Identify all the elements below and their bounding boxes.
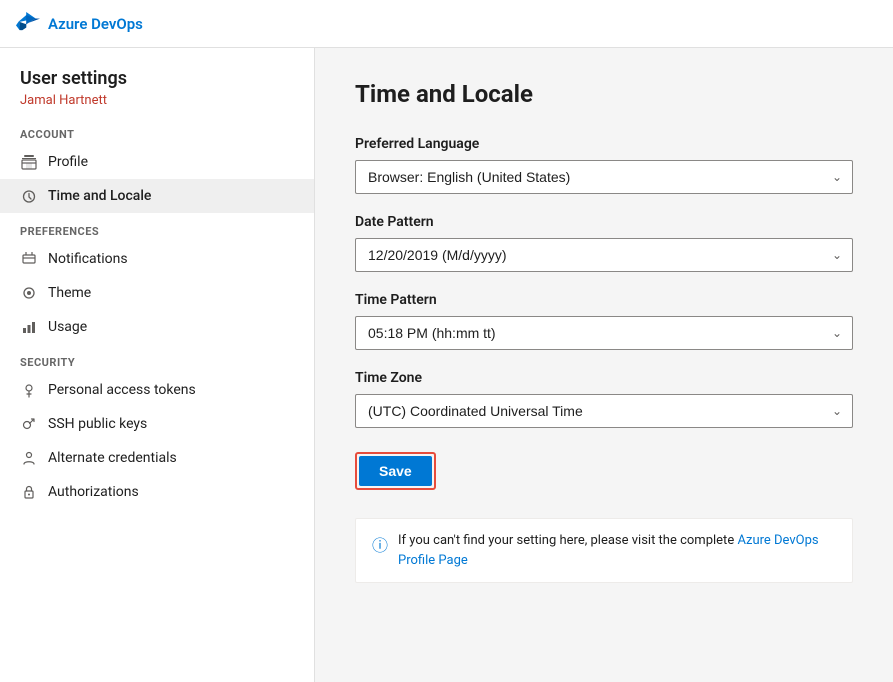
sidebar-item-alt-cred[interactable]: Alternate credentials — [0, 441, 314, 475]
logo[interactable]: Azure DevOps — [16, 12, 143, 36]
pat-icon — [20, 381, 38, 399]
language-field-group: Preferred Language Browser: English (Uni… — [355, 136, 853, 194]
info-text-before-link: If you can't find your setting here, ple… — [398, 533, 737, 548]
save-button[interactable]: Save — [359, 456, 432, 486]
language-select[interactable]: Browser: English (United States) English… — [356, 161, 852, 193]
azure-devops-icon — [16, 12, 40, 36]
time-zone-field-group: Time Zone (UTC) Coordinated Universal Ti… — [355, 370, 853, 428]
time-zone-select-wrapper: (UTC) Coordinated Universal Time (UTC-05… — [355, 394, 853, 428]
usage-label: Usage — [48, 319, 87, 335]
info-icon: ⓘ — [372, 532, 388, 556]
topbar: Azure DevOps — [0, 0, 893, 48]
pat-label: Personal access tokens — [48, 382, 196, 398]
time-pattern-select-wrapper: 05:18 PM (hh:mm tt) 17:18 (HH:mm) 5:18 P… — [355, 316, 853, 350]
theme-label: Theme — [48, 285, 91, 301]
sidebar-title: User settings — [20, 68, 294, 89]
section-label-account: Account — [0, 116, 314, 145]
auth-icon — [20, 483, 38, 501]
sidebar: User settings Jamal Hartnett Account Pro… — [0, 48, 315, 682]
clock-icon — [20, 187, 38, 205]
notifications-label: Notifications — [48, 251, 128, 267]
save-button-highlight: Save — [355, 452, 436, 490]
auth-label: Authorizations — [48, 484, 139, 500]
time-pattern-field-group: Time Pattern 05:18 PM (hh:mm tt) 17:18 (… — [355, 292, 853, 350]
language-label: Preferred Language — [355, 136, 853, 152]
sidebar-header: User settings Jamal Hartnett — [0, 48, 314, 116]
usage-icon — [20, 318, 38, 336]
date-pattern-label: Date Pattern — [355, 214, 853, 230]
save-area: Save — [355, 452, 853, 490]
date-pattern-field-group: Date Pattern 12/20/2019 (M/d/yyyy) 20/12… — [355, 214, 853, 272]
sidebar-item-ssh[interactable]: SSH public keys — [0, 407, 314, 441]
sidebar-item-usage[interactable]: Usage — [0, 310, 314, 344]
sidebar-item-profile[interactable]: Profile — [0, 145, 314, 179]
time-pattern-select[interactable]: 05:18 PM (hh:mm tt) 17:18 (HH:mm) 5:18 P… — [356, 317, 852, 349]
page-title: Time and Locale — [355, 80, 853, 108]
sidebar-item-pat[interactable]: Personal access tokens — [0, 373, 314, 407]
theme-icon — [20, 284, 38, 302]
time-pattern-label: Time Pattern — [355, 292, 853, 308]
logo-text: Azure DevOps — [48, 15, 143, 33]
profile-icon — [20, 153, 38, 171]
main-content: Time and Locale Preferred Language Brows… — [315, 48, 893, 682]
ssh-icon — [20, 415, 38, 433]
sidebar-item-notifications[interactable]: Notifications — [0, 242, 314, 276]
section-label-security: Security — [0, 344, 314, 373]
info-box: ⓘ If you can't find your setting here, p… — [355, 518, 853, 583]
time-zone-select[interactable]: (UTC) Coordinated Universal Time (UTC-05… — [356, 395, 852, 427]
alt-cred-label: Alternate credentials — [48, 450, 177, 466]
info-text: If you can't find your setting here, ple… — [398, 531, 836, 570]
profile-label: Profile — [48, 154, 88, 170]
notifications-icon — [20, 250, 38, 268]
form-section: Preferred Language Browser: English (Uni… — [355, 136, 853, 583]
language-select-wrapper: Browser: English (United States) English… — [355, 160, 853, 194]
sidebar-item-theme[interactable]: Theme — [0, 276, 314, 310]
ssh-label: SSH public keys — [48, 416, 147, 432]
sidebar-item-time-locale[interactable]: Time and Locale — [0, 179, 314, 213]
sidebar-item-auth[interactable]: Authorizations — [0, 475, 314, 509]
altcred-icon — [20, 449, 38, 467]
time-locale-label: Time and Locale — [48, 188, 151, 204]
date-pattern-select-wrapper: 12/20/2019 (M/d/yyyy) 20/12/2019 (d/M/yy… — [355, 238, 853, 272]
time-zone-label: Time Zone — [355, 370, 853, 386]
sidebar-username[interactable]: Jamal Hartnett — [20, 93, 294, 108]
section-label-preferences: Preferences — [0, 213, 314, 242]
date-pattern-select[interactable]: 12/20/2019 (M/d/yyyy) 20/12/2019 (d/M/yy… — [356, 239, 852, 271]
